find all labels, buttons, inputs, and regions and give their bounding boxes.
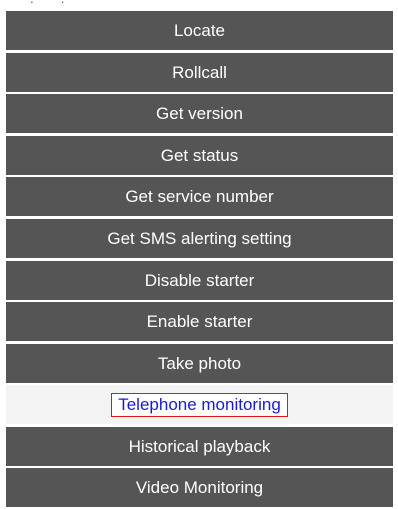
menu-item-label: Enable starter: [146, 311, 253, 331]
menu-item-get-status[interactable]: Get status: [6, 136, 393, 175]
menu-item-disable-starter[interactable]: Disable starter: [6, 261, 393, 300]
menu-item-rollcall[interactable]: Rollcall: [6, 53, 393, 92]
menu-item-label: Get version: [156, 103, 243, 123]
menu-item-label: Get SMS alerting setting: [107, 228, 292, 248]
menu-item-label: Video Monitoring: [135, 477, 264, 497]
menu-item-get-sms-alerting-setting[interactable]: Get SMS alerting setting: [6, 219, 393, 258]
menu-item-telephone-monitoring[interactable]: Telephone monitoring: [6, 385, 393, 424]
menu-item-label: Take photo: [157, 353, 242, 373]
menu-item-get-service-number[interactable]: Get service number: [6, 177, 393, 216]
menu-item-enable-starter[interactable]: Enable starter: [6, 302, 393, 341]
menu-item-label-selected: Telephone monitoring: [111, 392, 288, 417]
menu-item-take-photo[interactable]: Take photo: [6, 344, 393, 383]
menu-item-video-monitoring[interactable]: Video Monitoring: [6, 468, 393, 507]
menu-item-label: Disable starter: [144, 270, 255, 290]
menu-item-historical-playback[interactable]: Historical playback: [6, 427, 393, 466]
menu-item-get-version[interactable]: Get version: [6, 94, 393, 133]
menu-item-label: Rollcall: [172, 62, 227, 82]
clipped-text-remnant: ﾞ ʼʼ · ʼˈ ʼ ·: [6, 0, 66, 9]
screenshot-frame: ﾞ ʼʼ · ʼˈ ʼ · Locate Rollcall Get versio…: [0, 0, 398, 509]
menu-item-locate[interactable]: Locate: [6, 11, 393, 50]
menu-item-label: Get service number: [125, 186, 274, 206]
clipped-top-content: ﾞ ʼʼ · ʼˈ ʼ ·: [0, 0, 398, 11]
menu-item-label: Locate: [173, 20, 226, 40]
menu-item-label: Get status: [160, 145, 239, 165]
command-menu: Locate Rollcall Get version Get status G…: [6, 11, 393, 509]
menu-item-label: Historical playback: [128, 436, 271, 456]
